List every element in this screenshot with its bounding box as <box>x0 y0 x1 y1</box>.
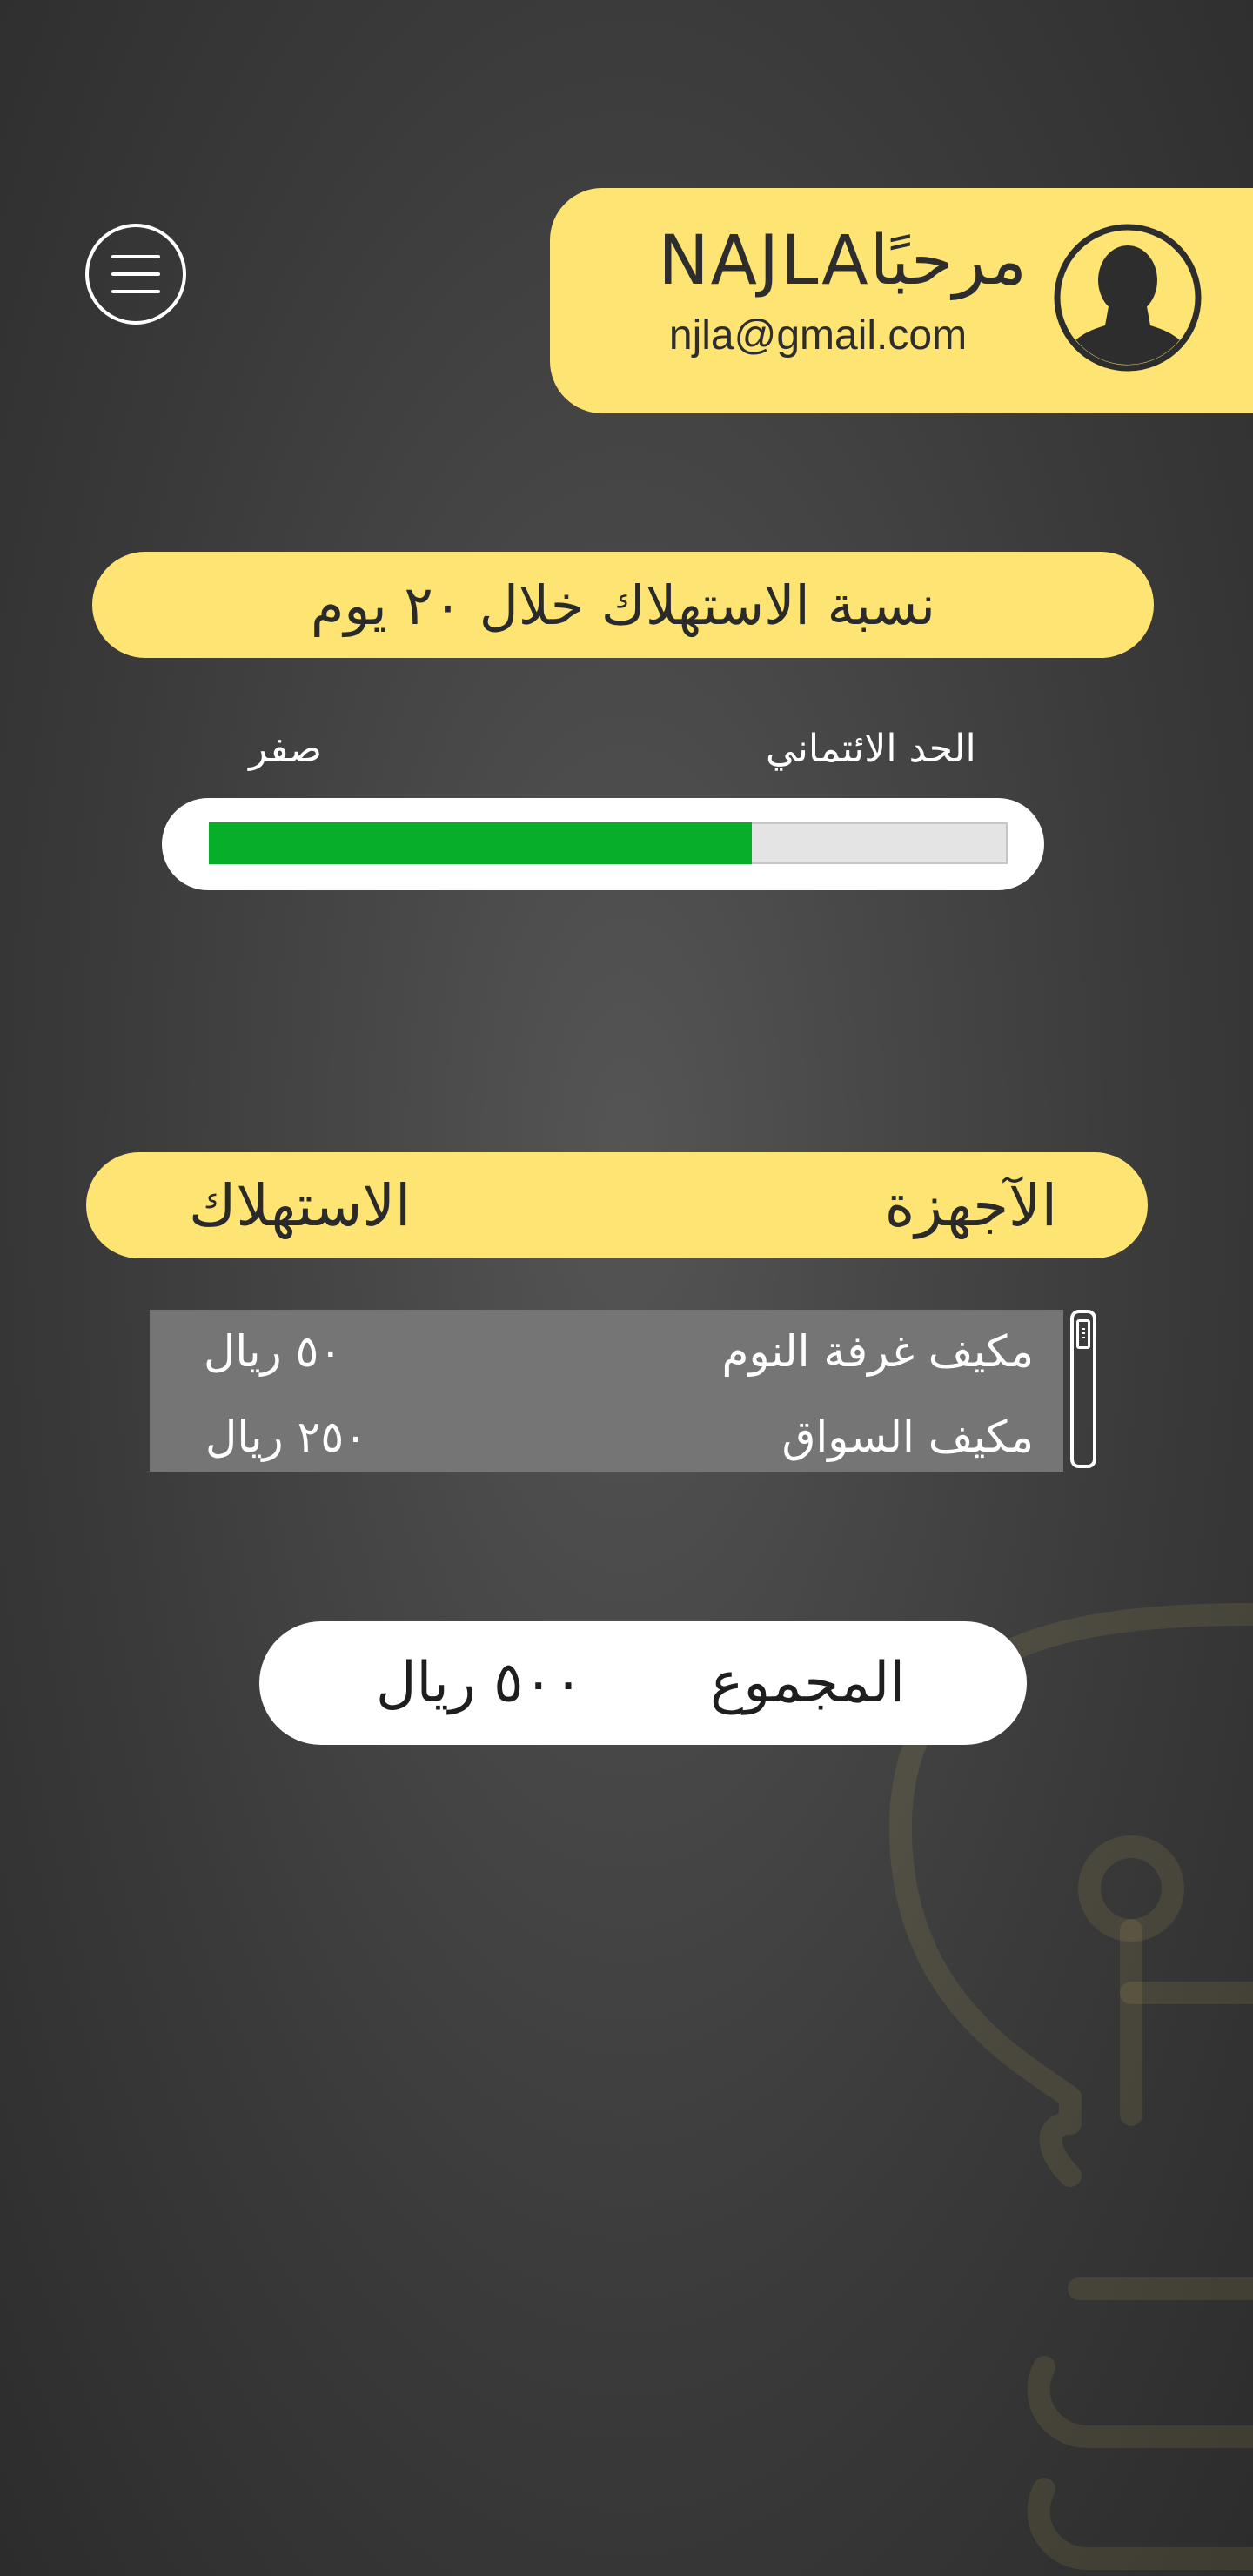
device-name: مكيف السواق <box>781 1412 1034 1462</box>
total-value: ٥٠٠ ريال <box>376 1651 584 1715</box>
total-card: المجموع ٥٠٠ ريال <box>259 1621 1027 1745</box>
greeting-word: مرحبًا <box>869 222 1027 300</box>
user-avatar-icon[interactable] <box>1053 223 1203 372</box>
header-consumption: الاستهلاك <box>189 1171 412 1239</box>
scrollbar-thumb[interactable] <box>1076 1319 1090 1349</box>
menu-button[interactable] <box>85 224 186 325</box>
list-item[interactable]: مكيف السواق ٢٥٠ ريال <box>150 1402 1063 1472</box>
progress-fill <box>209 822 752 864</box>
total-label: المجموع <box>710 1651 905 1715</box>
device-price: ٥٠ ريال <box>204 1326 343 1377</box>
consumption-title: نسبة الاستهلاك خلال ٢٠ يوم <box>92 552 1154 658</box>
devices-table-header: الاستهلاك الآجهزة <box>86 1152 1148 1258</box>
device-name: مكيف غرفة النوم <box>721 1326 1034 1377</box>
user-name: NAJLA <box>658 222 870 300</box>
header-devices: الآجهزة <box>884 1171 1057 1239</box>
device-price: ٢٥٠ ريال <box>205 1412 368 1462</box>
zero-label: صفر <box>249 726 322 771</box>
user-email: njla@gmail.com <box>668 312 968 359</box>
devices-list[interactable]: مكيف غرفة النوم ٥٠ ريال مكيف السواق ٢٥٠ … <box>150 1310 1063 1472</box>
greeting-heading: NAJLA مرحبًا <box>626 218 1027 305</box>
credit-limit-label: الحد الائتماني <box>766 726 976 771</box>
list-item[interactable]: مكيف غرفة النوم ٥٠ ريال <box>150 1317 1063 1386</box>
